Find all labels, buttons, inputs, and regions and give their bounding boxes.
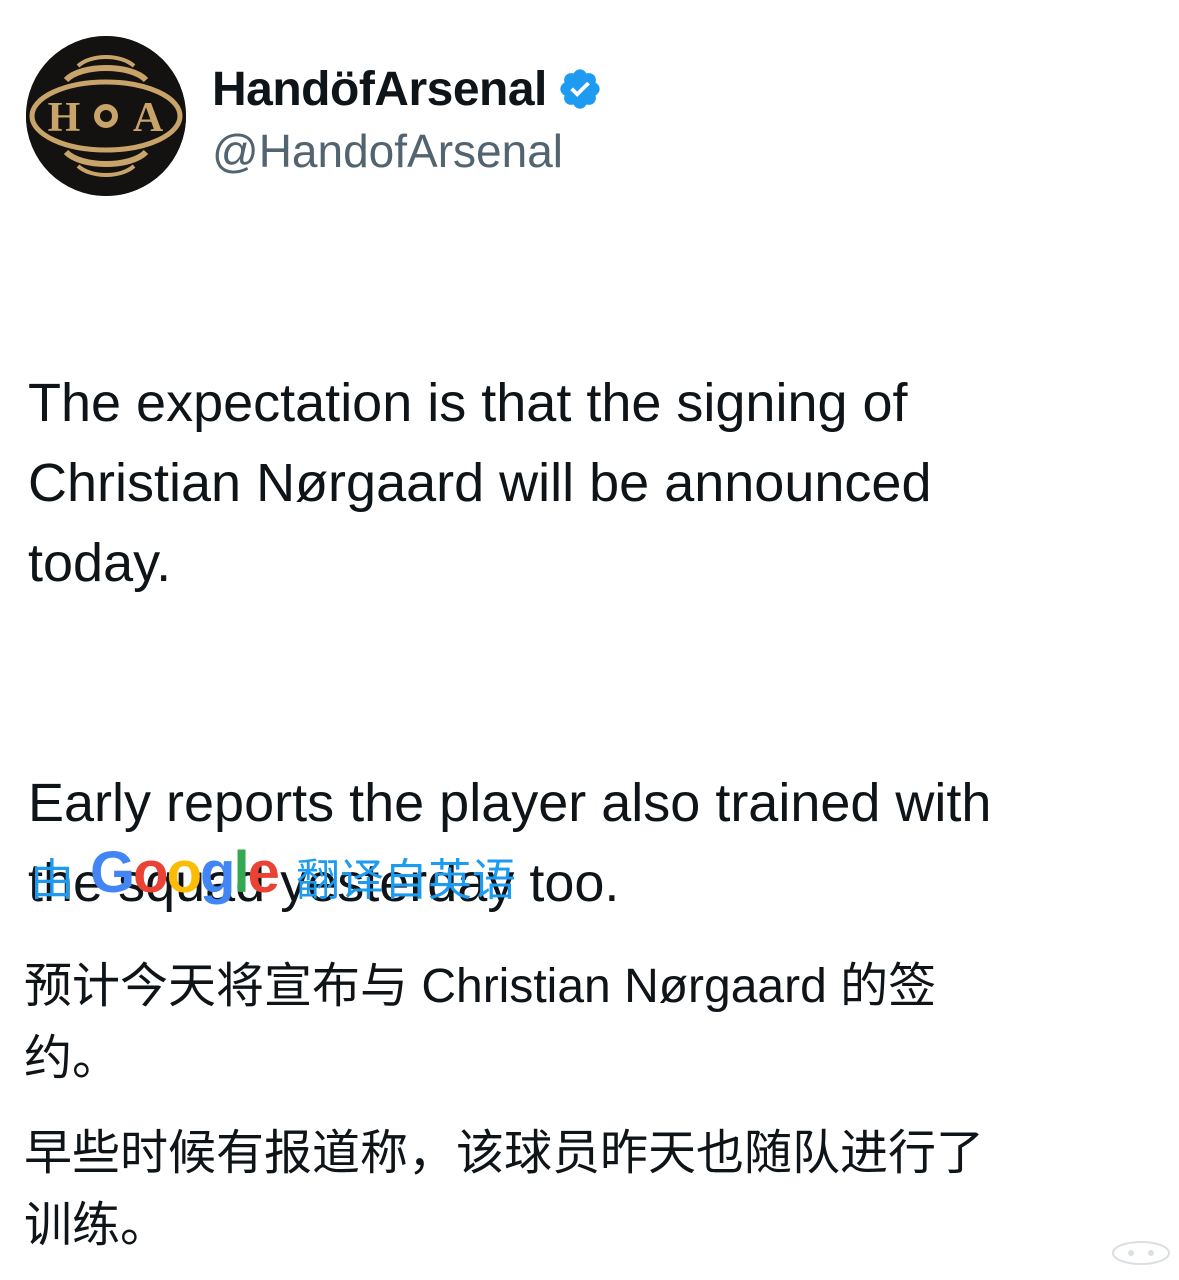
google-letter: o: [133, 840, 168, 905]
author-handle[interactable]: @HandofArsenal: [212, 124, 603, 178]
tweet-paragraph: The expectation is that the signing of C…: [28, 373, 932, 593]
google-letter: o: [166, 840, 202, 905]
google-logo-icon: Google: [90, 839, 280, 906]
display-name-row: HandöfArsenal: [212, 54, 603, 124]
translated-paragraph: 预计今天将宣布与 Christian Nørgaard 的签 约。: [24, 960, 937, 1085]
translate-suffix: 翻译自英语: [295, 855, 516, 905]
google-letter: e: [247, 840, 280, 905]
avatar[interactable]: H A: [26, 36, 186, 196]
google-letter: g: [200, 840, 235, 905]
google-letter: G: [90, 840, 135, 905]
watermark-icon: [1111, 1240, 1171, 1266]
svg-text:H: H: [48, 95, 81, 141]
tweet-header: H A HandöfArsenal @HandofArsenal: [26, 36, 603, 196]
author-names: HandöfArsenal @HandofArsenal: [212, 54, 603, 178]
translated-paragraph: 早些时候有报道称，该球员昨天也随队进行了 训练。: [24, 1127, 985, 1252]
translate-prefix: 由: [30, 855, 74, 905]
avatar-logo-icon: H A: [26, 36, 186, 196]
display-name[interactable]: HandöfArsenal: [212, 62, 547, 117]
google-letter: l: [233, 840, 249, 905]
tweet-card: H A HandöfArsenal @HandofArsenal The exp…: [0, 0, 1179, 1280]
verified-badge-icon[interactable]: [557, 66, 603, 112]
translate-link[interactable]: 由 Google 翻译自英语: [30, 839, 516, 909]
translated-text: 预计今天将宣布与 Christian Nørgaard 的签 约。 早些时候有报…: [24, 951, 1144, 1262]
svg-text:A: A: [133, 95, 164, 141]
